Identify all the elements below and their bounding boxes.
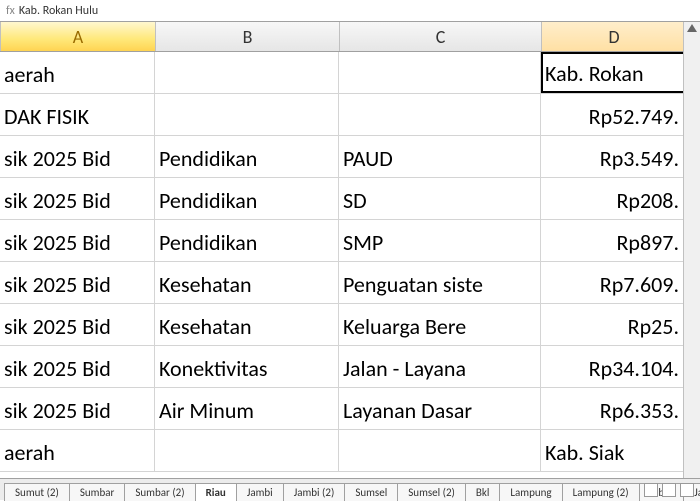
cell-C3[interactable]: PAUD	[339, 136, 541, 177]
tab-sumsel-2-[interactable]: Sumsel (2)	[397, 483, 466, 501]
tab-bkl[interactable]: Bkl	[465, 483, 501, 501]
cell-A5[interactable]: sik 2025 Bid	[0, 220, 155, 261]
cell-A7[interactable]: sik 2025 Bid	[0, 304, 155, 345]
table-row: sik 2025 BidKonektivitasJalan - LayanaRp…	[0, 346, 700, 388]
cell-C8[interactable]: Jalan - Layana	[339, 346, 541, 387]
page-break-view-icon[interactable]	[680, 483, 694, 497]
vertical-scrollbar[interactable]	[683, 22, 700, 478]
cell-D1[interactable]: Kab. Rokan	[541, 52, 686, 93]
cell-C6[interactable]: Penguatan siste	[339, 262, 541, 303]
cell-D4[interactable]: Rp208.	[541, 178, 686, 219]
column-header-A[interactable]: A	[1, 22, 156, 51]
cell-C4[interactable]: SD	[339, 178, 541, 219]
table-row: aerah Kab. Siak	[0, 430, 700, 472]
cell-A10[interactable]: aerah	[0, 430, 155, 471]
fx-icon: fx	[6, 4, 15, 18]
cell-B8[interactable]: Konektivitas	[155, 346, 339, 387]
cell-A6[interactable]: sik 2025 Bid	[0, 262, 155, 303]
table-row: sik 2025 BidPendidikanSMPRp897.	[0, 220, 700, 262]
cell-B7[interactable]: Kesehatan	[155, 304, 339, 345]
tab-sumsel[interactable]: Sumsel	[344, 483, 398, 501]
tab-lampung[interactable]: Lampung	[499, 483, 562, 501]
cell-A2[interactable]: DAK FISIK	[0, 94, 155, 135]
cell-D5[interactable]: Rp897.	[541, 220, 686, 261]
tab-jambi[interactable]: Jambi	[236, 483, 284, 501]
tab-jambi-2-[interactable]: Jambi (2)	[283, 483, 346, 501]
column-header-D[interactable]: D	[542, 22, 687, 51]
cell-D9[interactable]: Rp6.353.	[541, 388, 686, 429]
table-row: sik 2025 BidKesehatanKeluarga BereRp25.	[0, 304, 700, 346]
cell-A4[interactable]: sik 2025 Bid	[0, 178, 155, 219]
cell-B2[interactable]	[155, 94, 339, 135]
tab-sumbar-2-[interactable]: Sumbar (2)	[124, 483, 195, 501]
normal-view-icon[interactable]	[644, 483, 658, 497]
table-row: sik 2025 BidAir MinumLayanan DasarRp6.35…	[0, 388, 700, 430]
cell-B10[interactable]	[155, 430, 339, 471]
cell-A1[interactable]: aerah	[0, 52, 155, 93]
tab-sumbar[interactable]: Sumbar	[69, 483, 126, 501]
cell-B1[interactable]	[155, 52, 339, 93]
tab-lampung-2-[interactable]: Lampung (2)	[562, 483, 640, 501]
cell-C1[interactable]	[339, 52, 541, 93]
cell-D8[interactable]: Rp34.104.	[541, 346, 686, 387]
sheet-tabs: Sumut (2)SumbarSumbar (2)RiauJambiJambi …	[0, 478, 700, 500]
cell-B3[interactable]: Pendidikan	[155, 136, 339, 177]
cell-B6[interactable]: Kesehatan	[155, 262, 339, 303]
grid[interactable]: aerahKab. Rokan DAK FISIKRp52.749.sik 20…	[0, 52, 700, 472]
cell-B4[interactable]: Pendidikan	[155, 178, 339, 219]
cell-B9[interactable]: Air Minum	[155, 388, 339, 429]
table-row: sik 2025 BidKesehatanPenguatan sisteRp7.…	[0, 262, 700, 304]
column-header-B[interactable]: B	[156, 22, 340, 51]
table-row: DAK FISIK Rp52.749.	[0, 94, 700, 136]
cell-C7[interactable]: Keluarga Bere	[339, 304, 541, 345]
column-headers: ABCD	[0, 22, 700, 52]
view-mode-icons	[644, 483, 694, 497]
cell-C10[interactable]	[339, 430, 541, 471]
cell-B5[interactable]: Pendidikan	[155, 220, 339, 261]
formula-bar[interactable]: fx Kab. Rokan Hulu	[0, 0, 700, 22]
cell-A3[interactable]: sik 2025 Bid	[0, 136, 155, 177]
cell-D10[interactable]: Kab. Siak	[541, 430, 686, 471]
cell-D2[interactable]: Rp52.749.	[541, 94, 686, 135]
column-header-C[interactable]: C	[340, 22, 542, 51]
cell-C5[interactable]: SMP	[339, 220, 541, 261]
table-row: sik 2025 BidPendidikanPAUDRp3.549.	[0, 136, 700, 178]
formula-value: Kab. Rokan Hulu	[19, 4, 98, 18]
cell-C9[interactable]: Layanan Dasar	[339, 388, 541, 429]
cell-A9[interactable]: sik 2025 Bid	[0, 388, 155, 429]
cell-A8[interactable]: sik 2025 Bid	[0, 346, 155, 387]
page-layout-view-icon[interactable]	[662, 483, 676, 497]
cell-C2[interactable]	[339, 94, 541, 135]
cell-D7[interactable]: Rp25.	[541, 304, 686, 345]
tab-sumut-2-[interactable]: Sumut (2)	[4, 483, 70, 501]
table-row: aerah Kab. Rokan	[0, 52, 700, 94]
table-row: sik 2025 BidPendidikanSDRp208.	[0, 178, 700, 220]
cell-D6[interactable]: Rp7.609.	[541, 262, 686, 303]
cell-D3[interactable]: Rp3.549.	[541, 136, 686, 177]
tab-riau[interactable]: Riau	[195, 483, 237, 501]
